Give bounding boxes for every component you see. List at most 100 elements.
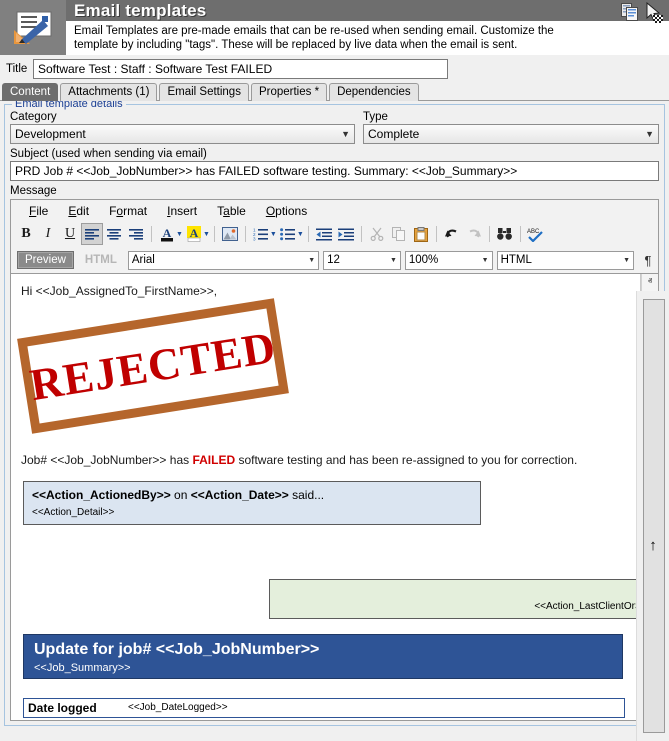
- tab-dependencies[interactable]: Dependencies: [329, 83, 419, 101]
- undo-icon[interactable]: [441, 223, 463, 245]
- menu-insert[interactable]: Insert: [157, 202, 207, 220]
- format-value: HTML: [500, 254, 532, 266]
- scroll-up-arrow-icon[interactable]: ↑: [637, 537, 669, 554]
- category-value: Development: [15, 127, 86, 141]
- green-note-sub: <<Action_LastClientOrStaffA: [534, 601, 640, 612]
- editor-menubar: File Edit Format Insert Table Options: [11, 200, 658, 221]
- align-right-icon[interactable]: [125, 223, 147, 245]
- find-icon[interactable]: [494, 223, 516, 245]
- update-banner-title: Update for job# <<Job_JobNumber>>: [34, 641, 320, 658]
- zoom-value: 100%: [408, 254, 439, 266]
- type-select[interactable]: Complete ▼: [363, 124, 659, 144]
- action-detail: <<Action_Detail>>: [32, 507, 115, 518]
- svg-text:ABC: ABC: [527, 229, 540, 235]
- decrease-indent-icon[interactable]: [313, 223, 335, 245]
- subject-label: Subject (used when sending via email): [10, 148, 207, 160]
- failed-line: Job# <<Job_JobNumber>> has FAILED softwa…: [21, 453, 630, 467]
- editor-canvas[interactable]: Hi <<Job_AssignedTo_FirstName>>, REJECTE…: [11, 274, 641, 720]
- copy-icon: [388, 223, 410, 245]
- message-editor: File Edit Format Insert Table Options B …: [10, 199, 659, 721]
- subject-input[interactable]: PRD Job # <<Job_JobNumber>> has FAILED s…: [10, 161, 659, 181]
- highlight-color-icon[interactable]: A: [183, 223, 205, 245]
- bold-icon[interactable]: B: [15, 223, 37, 245]
- tab-email-settings[interactable]: Email Settings: [159, 83, 249, 101]
- font-family-select[interactable]: Arial ▼: [127, 250, 320, 270]
- menu-format[interactable]: Format: [99, 202, 157, 220]
- rejected-stamp-image: REJECTED: [17, 298, 289, 434]
- category-label: Category: [10, 111, 57, 123]
- title-label: Title: [6, 63, 28, 75]
- align-left-icon[interactable]: [81, 223, 103, 245]
- numbered-list-icon[interactable]: 123: [250, 223, 272, 245]
- page-description: Email Templates are pre-made emails that…: [66, 21, 669, 55]
- zoom-select[interactable]: 100% ▼: [404, 250, 493, 270]
- increase-indent-icon[interactable]: [335, 223, 357, 245]
- font-color-icon[interactable]: A: [156, 223, 178, 245]
- table-row: Date logged <<Job_DateLogged>>: [23, 698, 625, 718]
- toolbar-separator: [519, 226, 521, 242]
- menu-table[interactable]: Table: [207, 202, 256, 220]
- update-banner: Update for job# <<Job_JobNumber>> <<Job_…: [23, 634, 623, 679]
- menu-edit[interactable]: Edit: [58, 202, 99, 220]
- message-label: Message: [10, 185, 57, 197]
- page-header: Email templates Email Templates are pre-…: [0, 0, 669, 55]
- header-tools: [621, 2, 665, 24]
- tab-properties[interactable]: Properties *: [250, 83, 328, 101]
- failed-keyword: FAILED: [192, 453, 236, 467]
- svg-text:A: A: [163, 226, 172, 240]
- green-note-box: P <<Action_LastClientOrStaffA: [269, 579, 640, 619]
- preview-button[interactable]: Preview: [17, 251, 74, 269]
- email-template-details-panel: Email template details Category Developm…: [4, 98, 665, 726]
- rejected-stamp-text: REJECTED: [26, 321, 280, 410]
- format-select[interactable]: HTML ▼: [496, 250, 635, 270]
- font-size-select[interactable]: 12 ▼: [323, 250, 401, 270]
- font-size-value: 12: [327, 254, 340, 266]
- toolbar-separator: [307, 226, 309, 242]
- copy-pages-icon[interactable]: [621, 2, 639, 22]
- tab-attachments[interactable]: Attachments (1): [60, 83, 158, 101]
- chevron-down-icon: ▼: [389, 256, 397, 264]
- rejected-stamp-area: REJECTED: [11, 298, 640, 453]
- action-actioned-by: <<Action_ActionedBy>>: [32, 488, 171, 502]
- failed-line-prefix: Job# <<Job_JobNumber>> has: [21, 453, 193, 467]
- editor-toolbar: B I U A ▼ A ▼ 1 2 3 ▼ ▼ ABC: [11, 221, 658, 247]
- bulleted-list-icon[interactable]: [277, 223, 299, 245]
- greeting-text: Hi <<Job_AssignedTo_FirstName>>,: [21, 284, 218, 298]
- action-quote-box: <<Action_ActionedBy>> on <<Action_Date>>…: [23, 481, 481, 525]
- align-center-icon[interactable]: [103, 223, 125, 245]
- action-date: <<Action_Date>>: [190, 488, 289, 502]
- underline-icon[interactable]: U: [59, 223, 81, 245]
- italic-icon[interactable]: I: [37, 223, 59, 245]
- chevron-down-icon: ▼: [481, 256, 489, 264]
- action-said-word: said...: [288, 488, 325, 502]
- editor-canvas-wrap: Hi <<Job_AssignedTo_FirstName>>, REJECTE…: [11, 273, 658, 720]
- tab-bar: Content Attachments (1) Email Settings P…: [0, 83, 669, 101]
- table-cell-value: <<Job_DateLogged>>: [128, 702, 228, 713]
- failed-line-suffix: software testing and has been re-assigne…: [235, 453, 578, 467]
- category-select[interactable]: Development ▼: [10, 124, 355, 144]
- scroll-up-icon[interactable]: ⱏ: [642, 274, 658, 289]
- page-scrollbar-thumb[interactable]: [643, 299, 665, 733]
- subject-value: PRD Job # <<Job_JobNumber>> has FAILED s…: [15, 164, 518, 178]
- toolbar-separator: [213, 226, 215, 242]
- toolbar-separator: [488, 226, 490, 242]
- email-template-icon: [0, 0, 66, 55]
- paste-icon[interactable]: [410, 223, 432, 245]
- chevron-down-icon: ▼: [623, 256, 631, 264]
- action-quote-heading: <<Action_ActionedBy>> on <<Action_Date>>…: [32, 488, 472, 502]
- title-row: Title: [0, 55, 669, 83]
- paragraph-mark-icon[interactable]: ¶: [638, 253, 658, 268]
- spellcheck-icon[interactable]: ABC: [525, 223, 547, 245]
- toolbar-separator: [435, 226, 437, 242]
- svg-text:3: 3: [253, 236, 256, 241]
- chevron-down-icon: ▼: [341, 129, 350, 139]
- cursor-pointer-icon[interactable]: [645, 2, 665, 24]
- menu-file[interactable]: File: [19, 202, 58, 220]
- green-note-heading: P: [270, 584, 640, 596]
- page-vertical-scrollbar[interactable]: ↑: [636, 291, 669, 741]
- insert-image-icon[interactable]: [219, 223, 241, 245]
- tab-content[interactable]: Content: [2, 83, 59, 101]
- title-input[interactable]: [33, 59, 448, 79]
- html-button[interactable]: HTML: [78, 252, 124, 268]
- menu-options[interactable]: Options: [256, 202, 317, 220]
